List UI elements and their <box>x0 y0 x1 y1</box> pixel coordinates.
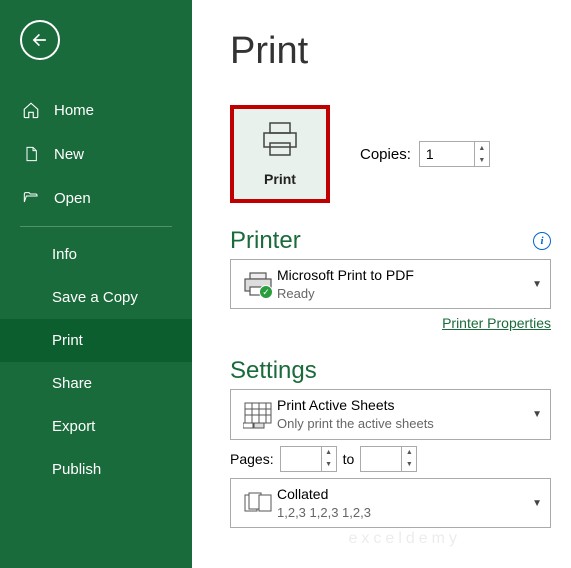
sidebar-label: Print <box>52 332 83 349</box>
chevron-down-icon: ▼ <box>532 498 542 509</box>
settings-heading: Settings <box>230 357 551 385</box>
pages-row: Pages: ▲▼ to ▲▼ <box>230 446 551 472</box>
divider <box>20 226 172 227</box>
sidebar-label: Home <box>54 102 94 119</box>
spinner-down-icon[interactable]: ▼ <box>475 154 489 166</box>
sidebar: Home New Open Info Save a Copy Print Sha… <box>0 0 192 568</box>
collated-icon <box>239 491 277 515</box>
sidebar-item-save-copy[interactable]: Save a Copy <box>0 276 192 319</box>
chevron-down-icon: ▼ <box>532 409 542 420</box>
sheets-sub: Only print the active sheets <box>277 415 532 433</box>
sidebar-label: Open <box>54 190 91 207</box>
chevron-down-icon: ▼ <box>532 279 542 290</box>
spinner-up-icon[interactable]: ▲ <box>402 447 416 459</box>
copies-label: Copies: <box>360 146 411 163</box>
sidebar-label: Info <box>52 246 77 263</box>
home-icon <box>22 101 40 119</box>
main-panel: Print Print Copies: 1 ▲ ▼ Printer i <box>192 0 571 568</box>
sidebar-label: Save a Copy <box>52 289 138 306</box>
pages-to-label: to <box>343 451 355 467</box>
sheets-icon <box>239 401 277 429</box>
spinner-down-icon[interactable]: ▼ <box>402 459 416 471</box>
collated-sub: 1,2,3 1,2,3 1,2,3 <box>277 504 532 522</box>
printer-icon <box>260 121 300 157</box>
print-button[interactable]: Print <box>230 105 330 203</box>
printer-status: Ready <box>277 285 532 303</box>
printer-heading: Printer <box>230 227 301 255</box>
arrow-left-icon <box>30 30 50 50</box>
pages-to-spinner[interactable]: ▲▼ <box>360 446 417 472</box>
sidebar-item-new[interactable]: New <box>0 132 192 176</box>
spinner-up-icon[interactable]: ▲ <box>322 447 336 459</box>
watermark: exceldemy <box>349 530 461 548</box>
sidebar-item-export[interactable]: Export <box>0 405 192 448</box>
sidebar-item-print[interactable]: Print <box>0 319 192 362</box>
printer-heading-row: Printer i <box>230 227 551 255</box>
info-icon[interactable]: i <box>533 232 551 250</box>
copies-control: Copies: 1 ▲ ▼ <box>360 141 490 167</box>
page-title: Print <box>230 30 551 73</box>
spinner-up-icon[interactable]: ▲ <box>475 142 489 154</box>
printer-name: Microsoft Print to PDF <box>277 266 532 285</box>
printer-dropdown[interactable]: ✓ Microsoft Print to PDF Ready ▼ <box>230 259 551 309</box>
print-row: Print Copies: 1 ▲ ▼ <box>230 105 551 203</box>
sidebar-item-info[interactable]: Info <box>0 233 192 276</box>
sidebar-label: Share <box>52 375 92 392</box>
folder-open-icon <box>22 189 40 207</box>
printer-device-icon: ✓ <box>239 271 277 297</box>
sidebar-label: Publish <box>52 461 101 478</box>
sidebar-item-share[interactable]: Share <box>0 362 192 405</box>
file-icon <box>22 145 40 163</box>
sidebar-label: Export <box>52 418 95 435</box>
sidebar-item-open[interactable]: Open <box>0 176 192 220</box>
print-button-label: Print <box>264 171 296 187</box>
collated-title: Collated <box>277 485 532 504</box>
sheets-title: Print Active Sheets <box>277 396 532 415</box>
pages-from-spinner[interactable]: ▲▼ <box>280 446 337 472</box>
sidebar-item-home[interactable]: Home <box>0 88 192 132</box>
print-sheets-dropdown[interactable]: Print Active Sheets Only print the activ… <box>230 389 551 439</box>
spinner-down-icon[interactable]: ▼ <box>322 459 336 471</box>
sidebar-item-publish[interactable]: Publish <box>0 448 192 491</box>
copies-value[interactable]: 1 <box>420 142 474 166</box>
printer-properties-link[interactable]: Printer Properties <box>442 315 551 331</box>
sidebar-label: New <box>54 146 84 163</box>
back-button[interactable] <box>20 20 60 60</box>
copies-spinner[interactable]: 1 ▲ ▼ <box>419 141 490 167</box>
collated-dropdown[interactable]: Collated 1,2,3 1,2,3 1,2,3 ▼ <box>230 478 551 528</box>
pages-label: Pages: <box>230 451 274 467</box>
